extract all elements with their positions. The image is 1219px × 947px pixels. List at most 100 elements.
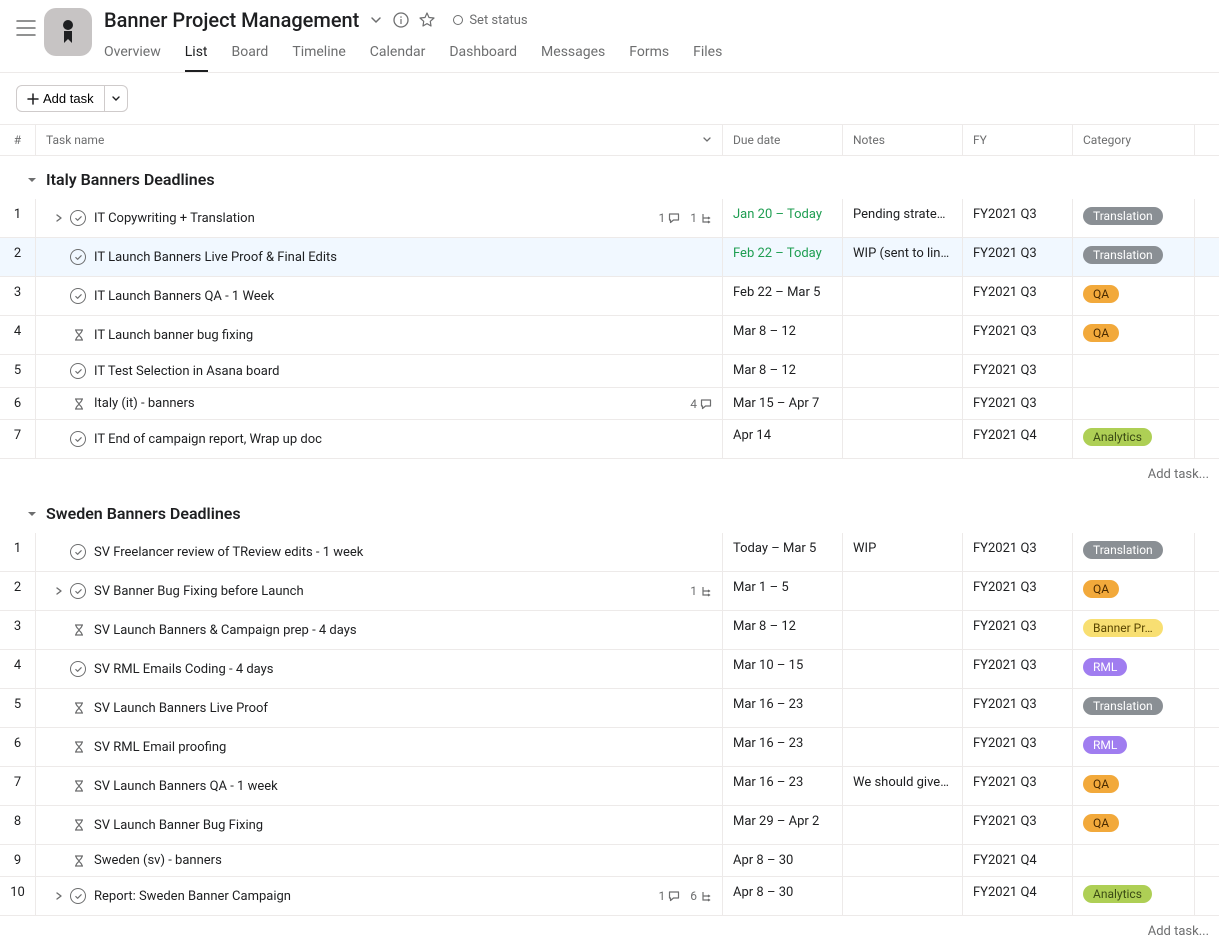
due-date[interactable]: Apr 8 – 30 bbox=[723, 845, 843, 876]
notes-cell[interactable] bbox=[843, 728, 963, 766]
notes-cell[interactable]: We should give J… bbox=[843, 767, 963, 805]
task-name[interactable]: SV RML Email proofing bbox=[94, 740, 704, 755]
complete-checkbox[interactable] bbox=[70, 288, 86, 304]
comments-count[interactable]: 1 bbox=[659, 211, 681, 225]
category-cell[interactable]: RML bbox=[1073, 728, 1195, 766]
complete-checkbox[interactable] bbox=[70, 210, 86, 226]
category-cell[interactable]: Analytics bbox=[1073, 877, 1195, 915]
complete-checkbox[interactable] bbox=[70, 544, 86, 560]
category-pill[interactable]: QA bbox=[1083, 580, 1119, 598]
category-pill[interactable]: Translation bbox=[1083, 207, 1163, 225]
category-cell[interactable]: Banner Pr… bbox=[1073, 611, 1195, 649]
task-name[interactable]: SV Launch Banners Live Proof bbox=[94, 701, 704, 716]
fy-cell[interactable]: FY2021 Q3 bbox=[963, 388, 1073, 419]
task-name[interactable]: IT Launch Banners QA - 1 Week bbox=[94, 289, 704, 304]
due-date[interactable]: Mar 16 – 23 bbox=[723, 689, 843, 727]
task-name[interactable]: Report: Sweden Banner Campaign bbox=[94, 889, 651, 904]
complete-checkbox[interactable] bbox=[70, 363, 86, 379]
fy-cell[interactable]: FY2021 Q3 bbox=[963, 238, 1073, 276]
category-cell[interactable] bbox=[1073, 845, 1195, 876]
due-date[interactable]: Apr 8 – 30 bbox=[723, 877, 843, 915]
col-header-task[interactable]: Task name bbox=[36, 125, 723, 155]
notes-cell[interactable] bbox=[843, 388, 963, 419]
task-row[interactable]: 6Italy (it) - banners4 Mar 15 – Apr 7FY2… bbox=[0, 388, 1219, 420]
fy-cell[interactable]: FY2021 Q3 bbox=[963, 611, 1073, 649]
notes-cell[interactable] bbox=[843, 355, 963, 387]
complete-checkbox[interactable] bbox=[70, 249, 86, 265]
task-row[interactable]: 5IT Test Selection in Asana boardMar 8 –… bbox=[0, 355, 1219, 388]
add-task-inline[interactable]: Add task... bbox=[1148, 924, 1209, 939]
fy-cell[interactable]: FY2021 Q3 bbox=[963, 806, 1073, 844]
section-toggle[interactable] bbox=[26, 508, 38, 520]
category-pill[interactable]: Analytics bbox=[1083, 428, 1152, 446]
expand-caret-icon[interactable] bbox=[54, 891, 64, 901]
due-date[interactable]: Feb 22 – Today bbox=[723, 238, 843, 276]
due-date[interactable]: Mar 8 – 12 bbox=[723, 611, 843, 649]
due-date[interactable]: Mar 1 – 5 bbox=[723, 572, 843, 610]
fy-cell[interactable]: FY2021 Q4 bbox=[963, 877, 1073, 915]
tab-timeline[interactable]: Timeline bbox=[292, 38, 345, 72]
due-date[interactable]: Mar 15 – Apr 7 bbox=[723, 388, 843, 419]
col-header-due[interactable]: Due date bbox=[723, 125, 843, 155]
category-pill[interactable]: Translation bbox=[1083, 246, 1163, 264]
task-row[interactable]: 4SV RML Emails Coding - 4 daysMar 10 – 1… bbox=[0, 650, 1219, 689]
fy-cell[interactable]: FY2021 Q3 bbox=[963, 316, 1073, 354]
notes-cell[interactable]: Pending strategy … bbox=[843, 199, 963, 237]
section-toggle[interactable] bbox=[26, 174, 38, 186]
fy-cell[interactable]: FY2021 Q3 bbox=[963, 277, 1073, 315]
task-row[interactable]: 5SV Launch Banners Live ProofMar 16 – 23… bbox=[0, 689, 1219, 728]
project-title[interactable]: Banner Project Management bbox=[104, 8, 359, 32]
due-date[interactable]: Mar 29 – Apr 2 bbox=[723, 806, 843, 844]
notes-cell[interactable]: WIP (sent to lingu… bbox=[843, 238, 963, 276]
complete-checkbox[interactable] bbox=[70, 431, 86, 447]
fy-cell[interactable]: FY2021 Q3 bbox=[963, 199, 1073, 237]
section-title[interactable]: Sweden Banners Deadlines bbox=[46, 504, 241, 523]
notes-cell[interactable] bbox=[843, 806, 963, 844]
complete-checkbox[interactable] bbox=[70, 583, 86, 599]
category-pill[interactable]: RML bbox=[1083, 736, 1127, 754]
subtasks-count[interactable]: 1 bbox=[690, 211, 712, 225]
task-row[interactable]: 1IT Copywriting + Translation1 1 Jan 20 … bbox=[0, 199, 1219, 238]
tab-calendar[interactable]: Calendar bbox=[370, 38, 426, 72]
expand-caret-icon[interactable] bbox=[54, 586, 64, 596]
add-task-inline[interactable]: Add task... bbox=[1148, 467, 1209, 482]
tab-list[interactable]: List bbox=[185, 38, 208, 72]
category-cell[interactable]: Translation bbox=[1073, 689, 1195, 727]
complete-checkbox[interactable] bbox=[70, 661, 86, 677]
fy-cell[interactable]: FY2021 Q3 bbox=[963, 728, 1073, 766]
category-cell[interactable]: Analytics bbox=[1073, 420, 1195, 458]
task-row[interactable]: 1SV Freelancer review of TReview edits -… bbox=[0, 533, 1219, 572]
hamburger-menu-icon[interactable] bbox=[8, 8, 44, 52]
category-cell[interactable] bbox=[1073, 355, 1195, 387]
task-row[interactable]: 3SV Launch Banners & Campaign prep - 4 d… bbox=[0, 611, 1219, 650]
due-date[interactable]: Mar 16 – 23 bbox=[723, 728, 843, 766]
task-row[interactable]: 4IT Launch banner bug fixingMar 8 – 12FY… bbox=[0, 316, 1219, 355]
task-name[interactable]: IT Launch banner bug fixing bbox=[94, 328, 704, 343]
subtasks-count[interactable]: 6 bbox=[690, 889, 712, 903]
task-name[interactable]: SV RML Emails Coding - 4 days bbox=[94, 662, 704, 677]
category-pill[interactable]: Banner Pr… bbox=[1083, 619, 1163, 637]
notes-cell[interactable] bbox=[843, 650, 963, 688]
add-task-button[interactable]: Add task bbox=[16, 85, 105, 112]
due-date[interactable]: Mar 8 – 12 bbox=[723, 316, 843, 354]
due-date[interactable]: Mar 10 – 15 bbox=[723, 650, 843, 688]
task-name[interactable]: SV Launch Banners & Campaign prep - 4 da… bbox=[94, 623, 704, 638]
notes-cell[interactable] bbox=[843, 572, 963, 610]
notes-cell[interactable] bbox=[843, 611, 963, 649]
category-pill[interactable]: Translation bbox=[1083, 541, 1163, 559]
task-name[interactable]: IT Launch Banners Live Proof & Final Edi… bbox=[94, 250, 704, 265]
category-cell[interactable]: QA bbox=[1073, 316, 1195, 354]
category-cell[interactable]: QA bbox=[1073, 572, 1195, 610]
task-name[interactable]: SV Freelancer review of TReview edits - … bbox=[94, 545, 704, 560]
subtasks-count[interactable]: 1 bbox=[690, 584, 712, 598]
task-row[interactable]: 2IT Launch Banners Live Proof & Final Ed… bbox=[0, 238, 1219, 277]
tab-board[interactable]: Board bbox=[232, 38, 269, 72]
task-row[interactable]: 3IT Launch Banners QA - 1 WeekFeb 22 – M… bbox=[0, 277, 1219, 316]
notes-cell[interactable] bbox=[843, 316, 963, 354]
task-name[interactable]: SV Banner Bug Fixing before Launch bbox=[94, 584, 682, 599]
due-date[interactable]: Mar 16 – 23 bbox=[723, 767, 843, 805]
due-date[interactable]: Jan 20 – Today bbox=[723, 199, 843, 237]
notes-cell[interactable] bbox=[843, 277, 963, 315]
category-cell[interactable]: Translation bbox=[1073, 533, 1195, 571]
col-header-fy[interactable]: FY bbox=[963, 125, 1073, 155]
